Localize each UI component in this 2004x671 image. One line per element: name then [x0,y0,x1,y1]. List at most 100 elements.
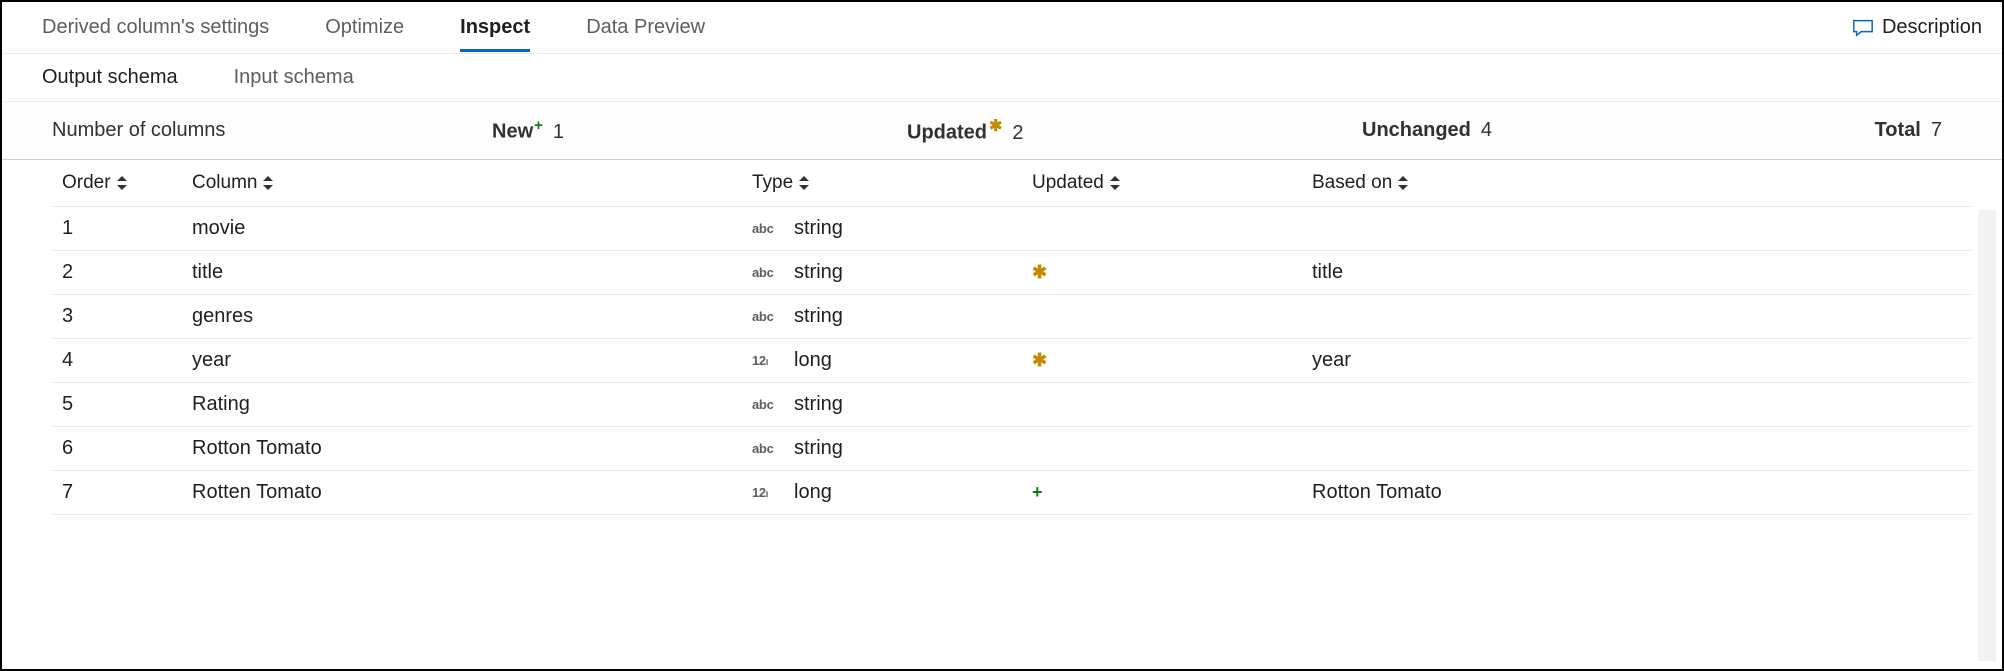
stat-updated-label: Updated [907,122,987,144]
cell-type: abc string [742,207,1022,251]
cell-order: 3 [52,295,182,339]
cell-updated [1022,207,1302,251]
header-column-label: Column [192,172,257,193]
updated-star-icon: ✱ [1032,262,1047,282]
table-row[interactable]: 6Rotton Tomato abc string [52,427,1972,471]
stats-bar: Number of columns New+ 1 Updated✱ 2 Unch… [2,102,2002,160]
cell-based-on [1302,383,1972,427]
cell-updated [1022,295,1302,339]
table-row[interactable]: 2titleabcstring✱title [52,251,1972,295]
number-type-icon: 12ₗ [752,353,780,369]
cell-order: 2 [52,251,182,295]
header-column[interactable]: Column [182,160,742,207]
cell-based-on [1302,427,1972,471]
cell-type: 12ₗ long [742,471,1022,515]
string-type-icon: abc [752,441,780,456]
cell-column: year [182,339,742,383]
stat-new-value: 1 [553,121,564,144]
string-type-icon: abc [752,309,780,324]
cell-updated [1022,383,1302,427]
tab-data-preview[interactable]: Data Preview [586,3,705,52]
comment-icon [1852,18,1874,38]
cell-type-value: string [794,393,843,416]
new-plus-icon: + [1032,482,1043,502]
header-type[interactable]: Type [742,160,1022,207]
schema-table-wrap: Order Column Type Updated Based on [2,160,2002,515]
stat-updated: Updated✱ 2 [907,116,1024,145]
description-label: Description [1882,16,1982,39]
tab-optimize[interactable]: Optimize [325,3,404,52]
stat-new: New+ 1 [492,117,564,144]
tab-inspect[interactable]: Inspect [460,3,530,52]
cell-updated: + [1022,471,1302,515]
cell-based-on: Rotton Tomato [1302,471,1972,515]
cell-based-on [1302,207,1972,251]
stat-total-label: Total [1875,119,1921,142]
table-row[interactable]: 4year12ₗlong✱year [52,339,1972,383]
cell-type: abc string [742,427,1022,471]
header-based-on-label: Based on [1312,172,1392,193]
cell-based-on: year [1302,339,1972,383]
cell-order: 6 [52,427,182,471]
cell-column: genres [182,295,742,339]
star-icon: ✱ [989,118,1002,135]
cell-updated [1022,427,1302,471]
cell-type-value: string [794,217,843,240]
stat-unchanged: Unchanged 4 [1362,119,1492,142]
sort-icon [1110,176,1120,190]
cell-column: Rotton Tomato [182,427,742,471]
tab-settings[interactable]: Derived column's settings [42,3,269,52]
sort-icon [1398,176,1408,190]
string-type-icon: abc [752,397,780,412]
cell-column: Rotten Tomato [182,471,742,515]
stat-updated-value: 2 [1012,122,1023,145]
cell-order: 1 [52,207,182,251]
cell-type: 12ₗ long [742,339,1022,383]
table-row[interactable]: 1movie abc string [52,207,1972,251]
sub-tabs: Output schema Input schema [2,54,2002,102]
header-type-label: Type [752,172,793,193]
cell-type: abc string [742,295,1022,339]
cell-type-value: string [794,261,843,284]
schema-table: Order Column Type Updated Based on [52,160,1972,515]
sort-icon [799,176,809,190]
cell-type-value: long [794,481,832,504]
header-updated[interactable]: Updated [1022,160,1302,207]
table-row[interactable]: 7Rotten Tomato 12ₗ long + Rotton Tomato [52,471,1972,515]
header-order-label: Order [62,172,111,193]
cell-order: 4 [52,339,182,383]
string-type-icon: abc [752,265,780,280]
vertical-scrollbar[interactable] [1978,210,1996,661]
cell-based-on: title [1302,251,1972,295]
stat-unchanged-value: 4 [1481,119,1492,142]
table-row[interactable]: 3genres abc string [52,295,1972,339]
cell-order: 7 [52,471,182,515]
subtab-input-schema[interactable]: Input schema [234,66,354,89]
cell-type-value: long [794,349,832,372]
top-tabs: Derived column's settings Optimize Inspe… [2,2,2002,54]
description-button[interactable]: Description [1852,16,1982,39]
sort-icon [117,176,127,190]
updated-star-icon: ✱ [1032,350,1047,370]
table-row[interactable]: 5Rating abc string [52,383,1972,427]
number-type-icon: 12ₗ [752,485,780,501]
header-order[interactable]: Order [52,160,182,207]
cell-type-value: string [794,437,843,460]
cell-column: movie [182,207,742,251]
cell-based-on [1302,295,1972,339]
cell-order: 5 [52,383,182,427]
header-updated-label: Updated [1032,172,1104,193]
stat-unchanged-label: Unchanged [1362,119,1471,142]
cell-updated: ✱ [1022,339,1302,383]
string-type-icon: abc [752,221,780,236]
cell-column: Rating [182,383,742,427]
cell-type: abc string [742,251,1022,295]
stat-new-label: New [492,121,533,143]
cell-column: title [182,251,742,295]
sort-icon [263,176,273,190]
plus-icon: + [534,117,543,134]
header-based-on[interactable]: Based on [1302,160,1972,207]
subtab-output-schema[interactable]: Output schema [42,66,178,89]
cell-type-value: string [794,305,843,328]
num-columns-label: Number of columns [52,119,225,142]
